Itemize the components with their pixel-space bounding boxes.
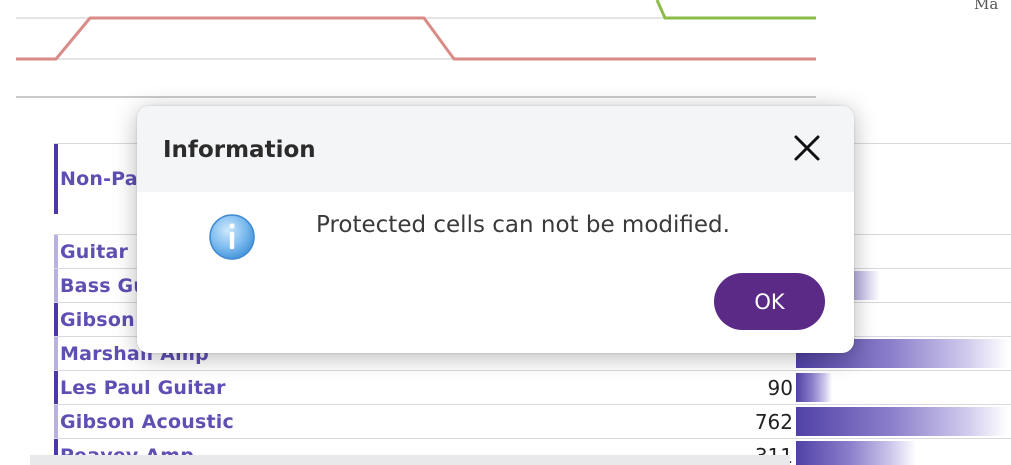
row-accent-bar	[54, 337, 58, 370]
table-row[interactable]: Gibson Acoustic 762	[54, 404, 1011, 438]
row-data-bar	[796, 441, 916, 465]
chart-series-green	[655, 0, 816, 20]
corner-partial-label: Ma	[974, 0, 999, 13]
row-label: Les Paul Guitar	[60, 376, 226, 399]
row-label: Gibson	[60, 308, 135, 331]
row-label: Gibson Acoustic	[60, 410, 234, 433]
row-accent-bar	[54, 235, 58, 268]
row-accent-bar	[54, 144, 58, 214]
information-dialog: Information Protected cells can not be m…	[137, 106, 854, 353]
chart-series-red	[16, 16, 816, 61]
row-value: 90	[767, 375, 793, 400]
background-line-chart	[16, 0, 816, 98]
dialog-message: Protected cells can not be modified.	[316, 212, 730, 238]
row-accent-bar	[54, 269, 58, 302]
info-icon	[209, 214, 255, 260]
dialog-title: Information	[163, 137, 316, 163]
horizontal-scrollbar[interactable]	[30, 455, 790, 465]
ok-button[interactable]: OK	[714, 273, 825, 330]
row-value: 762	[754, 409, 793, 434]
row-data-bar	[796, 373, 832, 402]
row-accent-bar	[54, 371, 58, 404]
dialog-header: Information	[137, 106, 854, 192]
row-accent-bar	[54, 303, 58, 336]
row-accent-bar	[54, 405, 58, 438]
close-icon	[794, 135, 820, 161]
row-label: Guitar	[60, 240, 129, 263]
spreadsheet-view: Ma Non-Parts Guitar Bass Guitar Gibson M…	[0, 0, 1011, 465]
close-button[interactable]	[787, 128, 827, 168]
row-data-bar	[796, 407, 1008, 436]
table-row[interactable]: Les Paul Guitar 90	[54, 370, 1011, 404]
